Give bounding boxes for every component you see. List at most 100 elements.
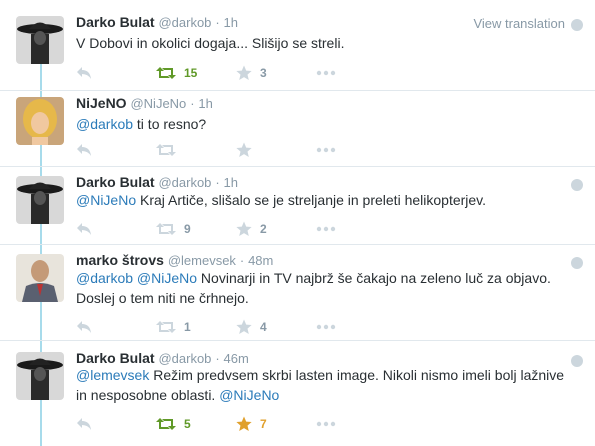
favorite-button[interactable]: 3 <box>236 63 267 83</box>
retweet-icon <box>156 144 176 156</box>
favorite-button[interactable]: 7 <box>236 414 267 434</box>
retweet-count: 1 <box>184 320 191 334</box>
tweet-text: V Dobovi in okolici dogaja... Slišijo se… <box>76 33 576 53</box>
tweet-text-segment: V Dobovi in okolici dogaja... Slišijo se… <box>76 35 345 51</box>
user-fullname[interactable]: Darko Bulat <box>76 14 155 30</box>
separator-dot: · <box>215 15 220 30</box>
retweet-button[interactable] <box>156 140 184 160</box>
mention-link[interactable]: @NiJeNo <box>137 270 197 286</box>
divider <box>0 340 595 341</box>
tweet-text-segment: Režim predvsem skrbi lasten image. Nikol… <box>76 367 565 403</box>
divider <box>0 244 595 245</box>
tweet: NiJeNO @NiJeNo · 1h @darkob ti to resno? <box>0 95 595 166</box>
user-handle[interactable]: @darkob <box>158 175 211 190</box>
retweet-button[interactable]: 9 <box>156 219 191 239</box>
retweet-count: 15 <box>184 66 198 80</box>
user-fullname[interactable]: Darko Bulat <box>76 174 155 190</box>
view-translation-link[interactable]: View translation <box>473 16 565 31</box>
more-dots-icon <box>316 324 336 330</box>
retweet-count: 9 <box>184 222 191 236</box>
retweet-count: 5 <box>184 417 191 431</box>
user-handle[interactable]: @darkob <box>158 15 211 30</box>
tweet-actions: 9 2 <box>76 219 376 239</box>
more-button[interactable] <box>316 414 336 434</box>
tweet-header: NiJeNO @NiJeNo · 1h <box>76 95 213 111</box>
reply-button[interactable] <box>76 414 92 434</box>
user-handle[interactable]: @NiJeNo <box>130 96 186 111</box>
retweet-button[interactable]: 5 <box>156 414 191 434</box>
tweet-timestamp[interactable]: 1h <box>224 15 238 30</box>
tweet-header: Darko Bulat @darkob · 46m <box>76 350 249 366</box>
user-fullname[interactable]: marko štrovs <box>76 252 164 268</box>
user-handle[interactable]: @lemevsek <box>168 253 236 268</box>
tweet-header: Darko Bulat @darkob · 1h <box>76 14 238 30</box>
tweet-actions: 15 3 <box>76 63 376 83</box>
retweet-icon <box>156 321 176 333</box>
favorite-button[interactable]: 4 <box>236 317 267 337</box>
star-icon <box>236 221 252 236</box>
separator-dot: · <box>239 253 245 268</box>
tweet-text: @lemevsek Režim predvsem skrbi lasten im… <box>76 365 576 405</box>
favorite-count: 7 <box>260 417 267 431</box>
reply-icon <box>77 67 91 79</box>
tweet-timestamp[interactable]: 1h <box>198 96 212 111</box>
favorite-button[interactable] <box>236 140 260 160</box>
tweet: Darko Bulat @darkob · 1h @NiJeNo Kraj Ar… <box>0 174 595 244</box>
tweet-header: Darko Bulat @darkob · 1h <box>76 174 238 190</box>
tweet-text-segment: ti to resno? <box>133 116 207 132</box>
reply-icon <box>77 144 91 156</box>
reply-button[interactable] <box>76 63 92 83</box>
separator-dot: · <box>215 351 220 366</box>
more-button[interactable] <box>316 219 336 239</box>
more-button[interactable] <box>316 63 336 83</box>
mention-link[interactable]: @NiJeNo <box>76 192 136 208</box>
favorite-count: 3 <box>260 66 267 80</box>
tweet-timestamp[interactable]: 46m <box>224 351 249 366</box>
reply-icon <box>77 321 91 333</box>
tweet-text: @darkob ti to resno? <box>76 114 576 134</box>
more-button[interactable] <box>316 317 336 337</box>
tweet-actions <box>76 140 376 160</box>
avatar[interactable] <box>16 97 64 145</box>
divider <box>0 166 595 167</box>
tweet-timestamp[interactable]: 48m <box>248 253 273 268</box>
retweet-button[interactable]: 15 <box>156 63 197 83</box>
reply-button[interactable] <box>76 140 92 160</box>
mention-link[interactable]: @lemevsek <box>76 367 149 383</box>
more-button[interactable] <box>316 140 336 160</box>
separator-dot: · <box>190 96 195 111</box>
retweet-button[interactable]: 1 <box>156 317 191 337</box>
more-dots-icon <box>316 421 336 427</box>
reply-icon <box>77 223 91 235</box>
tweet-actions: 5 7 <box>76 414 376 434</box>
favorite-count: 2 <box>260 222 267 236</box>
user-fullname[interactable]: Darko Bulat <box>76 350 155 366</box>
favorite-button[interactable]: 2 <box>236 219 267 239</box>
star-icon <box>236 319 252 334</box>
favorite-count: 4 <box>260 320 267 334</box>
more-dots-icon <box>316 226 336 232</box>
mention-link[interactable]: @darkob <box>76 270 133 286</box>
star-icon <box>236 416 252 431</box>
reply-button[interactable] <box>76 317 92 337</box>
user-handle[interactable]: @darkob <box>158 351 211 366</box>
tweet-text: @NiJeNo Kraj Artiče, slišalo se je strel… <box>76 190 576 210</box>
tweet: Darko Bulat @darkob · 1h View translatio… <box>0 14 595 90</box>
tweet-timestamp[interactable]: 1h <box>224 175 238 190</box>
tweet-header: marko štrovs @lemevsek · 48m <box>76 252 273 268</box>
retweet-icon <box>156 67 176 79</box>
avatar[interactable] <box>16 16 64 64</box>
star-icon <box>236 142 252 157</box>
avatar[interactable] <box>16 254 64 302</box>
tweet: Darko Bulat @darkob · 46m @lemevsek Reži… <box>0 350 595 446</box>
more-dots-icon <box>316 147 336 153</box>
tweet-text-segment: Kraj Artiče, slišalo se je streljanje in… <box>136 192 487 208</box>
user-fullname[interactable]: NiJeNO <box>76 95 127 111</box>
avatar[interactable] <box>16 176 64 224</box>
more-dots-icon <box>316 70 336 76</box>
avatar[interactable] <box>16 352 64 400</box>
mention-link[interactable]: @darkob <box>76 116 133 132</box>
reply-button[interactable] <box>76 219 92 239</box>
tweet-text: @darkob @NiJeNo Novinarji in TV najbrž š… <box>76 268 576 308</box>
mention-link[interactable]: @NiJeNo <box>219 387 279 403</box>
